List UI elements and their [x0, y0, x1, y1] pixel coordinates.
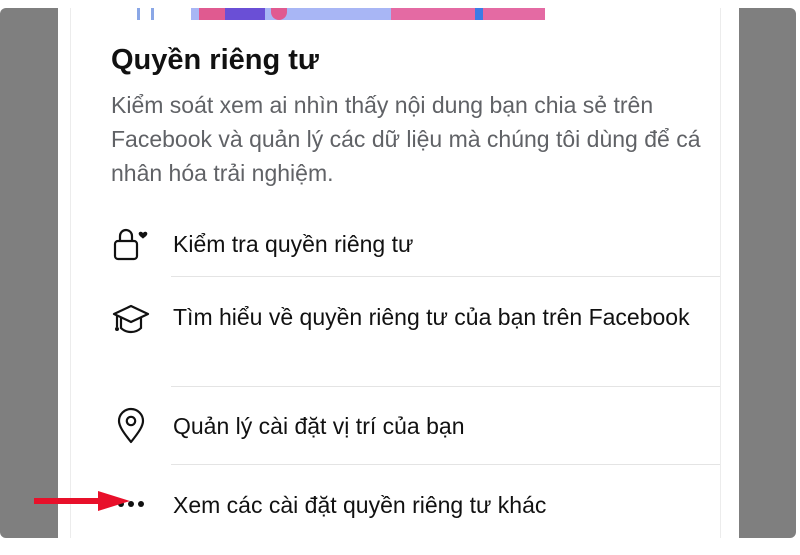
privacy-card: Quyền riêng tư Kiểm soát xem ai nhìn thấ… — [70, 8, 721, 538]
screenshot-canvas: Quyền riêng tư Kiểm soát xem ai nhìn thấ… — [0, 0, 800, 555]
red-arrow-icon — [34, 491, 130, 511]
divider — [171, 276, 720, 277]
section-title: Quyền riêng tư — [111, 44, 319, 76]
lock-heart-icon — [111, 225, 151, 265]
more-privacy-settings-item[interactable]: Xem các cài đặt quyền riêng tư khác — [71, 466, 720, 538]
divider — [171, 464, 720, 465]
gray-frame: Quyền riêng tư Kiểm soát xem ai nhìn thấ… — [0, 8, 796, 538]
location-pin-icon — [111, 406, 151, 446]
privacy-checkup-label: Kiểm tra quyền riêng tư — [173, 231, 414, 257]
privacy-checkup-item[interactable]: Kiểm tra quyền riêng tư — [71, 216, 720, 276]
phone-screen: Quyền riêng tư Kiểm soát xem ai nhìn thấ… — [58, 8, 739, 538]
divider — [171, 386, 720, 387]
section-description: Kiểm soát xem ai nhìn thấy nội dung bạn … — [111, 92, 701, 186]
location-settings-label: Quản lý cài đặt vị trí của bạn — [173, 413, 465, 439]
learn-privacy-label: Tìm hiểu về quyền riêng tư của bạn trên … — [173, 304, 690, 330]
graduation-cap-icon — [111, 300, 151, 340]
location-settings-item[interactable]: Quản lý cài đặt vị trí của bạn — [71, 388, 720, 464]
more-privacy-settings-label: Xem các cài đặt quyền riêng tư khác — [173, 492, 547, 518]
learn-privacy-item[interactable]: Tìm hiểu về quyền riêng tư của bạn trên … — [71, 278, 720, 386]
banner-illustration — [71, 8, 720, 22]
